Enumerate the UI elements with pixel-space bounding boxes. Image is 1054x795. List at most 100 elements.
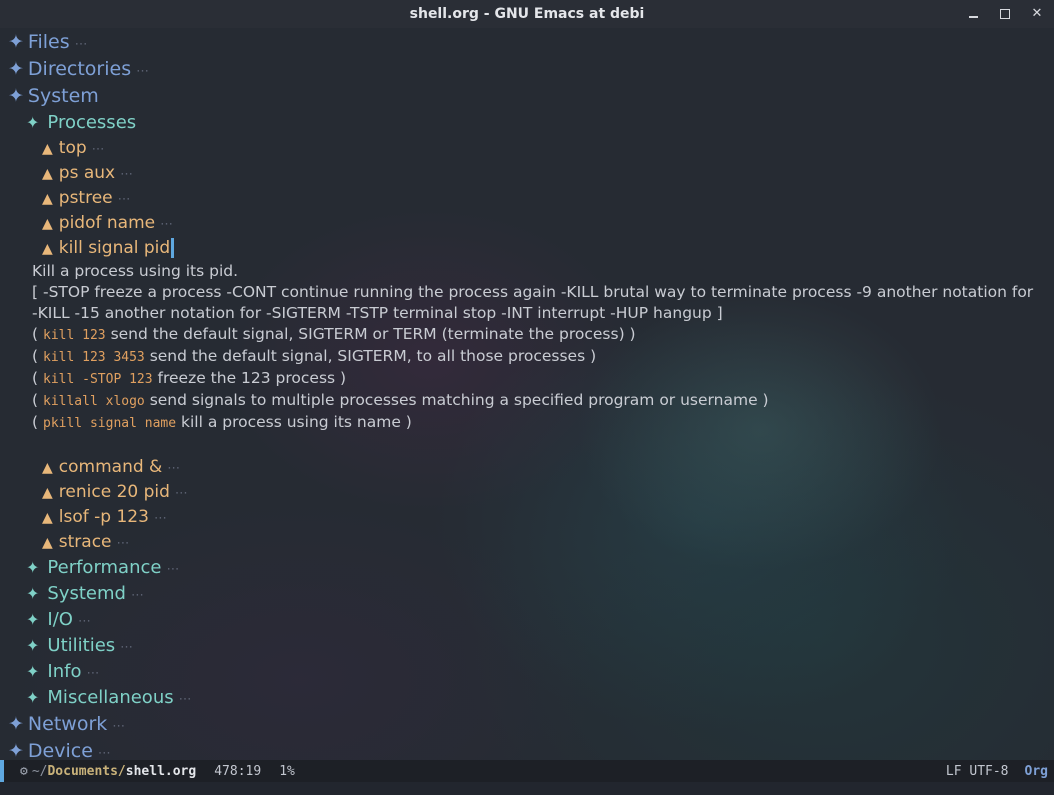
heading-pstree[interactable]: ▲ pstree ⋯ (42, 188, 131, 208)
h2-bullet-icon: ✦ (26, 662, 40, 681)
major-mode[interactable]: Org (1025, 764, 1048, 779)
heading-info[interactable]: ✦ Info ⋯ (26, 661, 99, 682)
fold-indicator-icon: ⋯ (136, 64, 150, 79)
heading-performance[interactable]: ✦ Performance ⋯ (26, 557, 179, 578)
file-modified-icon: ⚙ (20, 763, 28, 779)
maximize-icon (1000, 9, 1010, 19)
heading-utilities[interactable]: ✦ Utilities ⋯ (26, 635, 133, 656)
example-line-1: ( kill 123 send the default signal, SIGT… (32, 325, 636, 343)
heading-ps-aux[interactable]: ▲ ps aux ⋯ (42, 163, 133, 183)
body-text: send signals to multiple processes match… (149, 391, 769, 409)
heading-label: renice 20 pid (58, 482, 170, 502)
heading-label: pstree (58, 188, 113, 208)
heading-label: Device (27, 740, 93, 762)
body-signals-line2: -KILL -15 another notation for -SIGTERM … (32, 304, 723, 322)
h1-bullet-icon: ✦ (8, 713, 24, 735)
heading-processes[interactable]: ✦ Processes (26, 112, 136, 133)
fold-indicator-icon: ⋯ (167, 461, 181, 476)
window-title: shell.org - GNU Emacs at debi (409, 6, 645, 22)
h1-bullet-icon: ✦ (8, 85, 24, 107)
fold-indicator-icon: ⋯ (120, 167, 134, 182)
heading-systemd[interactable]: ✦ Systemd ⋯ (26, 583, 144, 604)
paren: ( (32, 325, 39, 343)
heading-label: Processes (47, 112, 137, 133)
h3-bullet-icon: ▲ (42, 141, 53, 157)
heading-label: strace (58, 532, 112, 552)
h3-bullet-icon: ▲ (42, 166, 53, 182)
h1-bullet-icon: ✦ (8, 740, 24, 762)
heading-label: Performance (47, 557, 162, 578)
close-button[interactable]: ✕ (1030, 7, 1044, 21)
fold-indicator-icon: ⋯ (116, 536, 130, 551)
fold-indicator-icon: ⋯ (117, 192, 131, 207)
heading-label: Systemd (47, 583, 126, 604)
h2-bullet-icon: ✦ (26, 610, 40, 629)
heading-system[interactable]: ✦ System (8, 85, 99, 107)
heading-directories[interactable]: ✦ Directories ⋯ (8, 58, 149, 80)
maximize-button[interactable] (998, 7, 1012, 21)
window-controls: ✕ (966, 0, 1044, 28)
heading-strace[interactable]: ▲ strace ⋯ (42, 532, 130, 552)
example-line-5: ( pkill signal name kill a process using… (32, 413, 412, 431)
paren: ( (32, 391, 39, 409)
inline-code: kill 123 3453 (43, 350, 145, 365)
h3-bullet-icon: ▲ (42, 241, 53, 257)
heading-label: command & (58, 457, 163, 477)
example-line-3: ( kill -STOP 123 freeze the 123 process … (32, 369, 346, 387)
heading-label: System (27, 85, 99, 107)
heading-command-bg[interactable]: ▲ command & ⋯ (42, 457, 180, 477)
fold-indicator-icon: ⋯ (174, 486, 188, 501)
heading-label: Files (27, 31, 70, 53)
body-text: kill a process using its name ) (181, 413, 412, 431)
inline-code: kill -STOP 123 (43, 372, 153, 387)
heading-kill[interactable]: ▲ kill signal pid (42, 238, 175, 258)
heading-miscellaneous[interactable]: ✦ Miscellaneous ⋯ (26, 687, 192, 708)
text-cursor (171, 238, 175, 258)
emacs-window: shell.org - GNU Emacs at debi ✕ ✦ Files … (0, 0, 1054, 795)
heading-label: lsof -p 123 (58, 507, 149, 527)
example-line-4: ( killall xlogo send signals to multiple… (32, 391, 769, 409)
body-text: send the default signal, SIGTERM or TERM… (110, 325, 636, 343)
inline-code: pkill signal name (43, 416, 177, 431)
h3-bullet-icon: ▲ (42, 191, 53, 207)
buffer-percent: 1% (279, 763, 295, 779)
echo-area (0, 782, 1054, 795)
h3-bullet-icon: ▲ (42, 485, 53, 501)
fold-indicator-icon: ⋯ (74, 37, 88, 52)
fold-indicator-icon: ⋯ (77, 614, 91, 629)
org-buffer[interactable]: ✦ Files ⋯ ✦ Directories ⋯ ✦ System ✦ Pro… (0, 28, 1054, 762)
fold-indicator-icon: ⋯ (112, 719, 126, 734)
minimize-icon (968, 16, 978, 18)
title-bar: shell.org - GNU Emacs at debi ✕ (0, 0, 1054, 28)
fold-indicator-icon: ⋯ (178, 692, 192, 707)
h3-bullet-icon: ▲ (42, 460, 53, 476)
minimize-button[interactable] (966, 7, 980, 21)
mode-line-accent-bar (0, 760, 4, 782)
heading-renice[interactable]: ▲ renice 20 pid ⋯ (42, 482, 188, 502)
body-text: Kill a process using its pid. (32, 262, 239, 280)
body-signals-line1: [ -STOP freeze a process -CONT continue … (32, 283, 1033, 301)
h2-bullet-icon: ✦ (26, 558, 40, 577)
heading-top[interactable]: ▲ top ⋯ (42, 138, 105, 158)
heading-io[interactable]: ✦ I/O ⋯ (26, 609, 91, 630)
h1-bullet-icon: ✦ (8, 58, 24, 80)
heading-label: pidof name (58, 213, 156, 233)
h1-bullet-icon: ✦ (8, 31, 24, 53)
body-text: freeze the 123 process ) (157, 369, 347, 387)
heading-label: Info (47, 661, 82, 682)
heading-label: Network (27, 713, 108, 735)
heading-files[interactable]: ✦ Files ⋯ (8, 31, 88, 53)
heading-lsof[interactable]: ▲ lsof -p 123 ⋯ (42, 507, 167, 527)
heading-label: Utilities (47, 635, 116, 656)
encoding-indicator[interactable]: LF UTF-8 (946, 764, 1009, 779)
heading-network[interactable]: ✦ Network ⋯ (8, 713, 125, 735)
heading-label: I/O (47, 609, 73, 630)
h3-bullet-icon: ▲ (42, 510, 53, 526)
inline-code: kill 123 (43, 328, 106, 343)
buffer-filename: shell.org (125, 763, 197, 779)
heading-device[interactable]: ✦ Device ⋯ (8, 740, 111, 762)
heading-pidof[interactable]: ▲ pidof name ⋯ (42, 213, 173, 233)
buffer-path: ~/Documents/ (32, 764, 126, 779)
heading-label: Miscellaneous (47, 687, 174, 708)
body-intro: Kill a process using its pid. (32, 262, 238, 280)
